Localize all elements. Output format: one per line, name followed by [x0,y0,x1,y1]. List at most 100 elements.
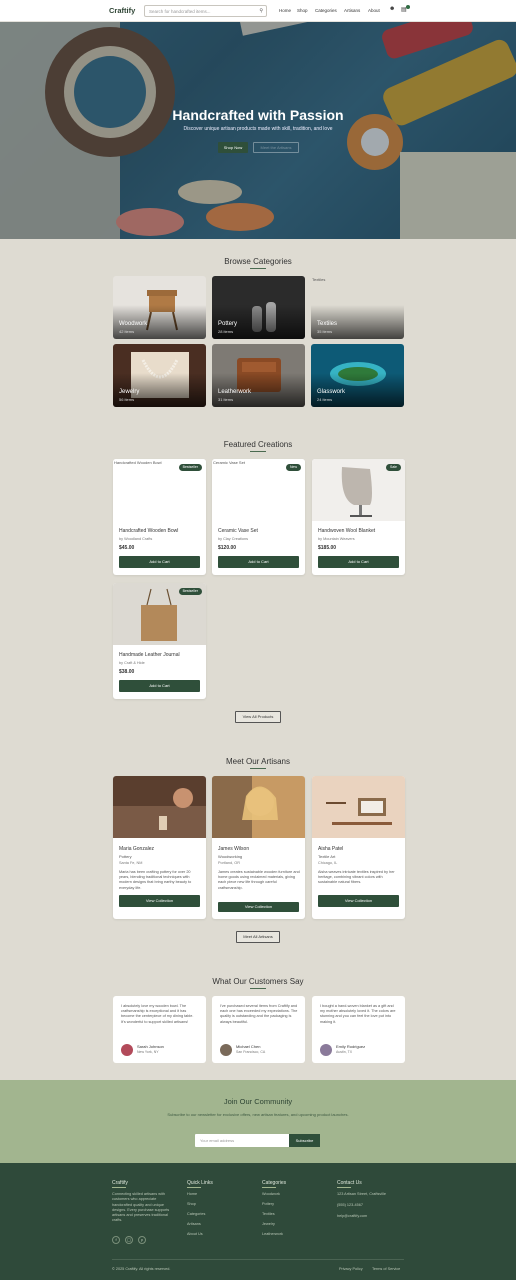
category-pottery[interactable]: Pottery 28 items [212,276,305,339]
logo[interactable]: Craftify [109,6,135,15]
footer-cat-jewelry[interactable]: Jewelry [262,1222,275,1227]
instagram-icon[interactable]: ◯ [125,1236,133,1244]
product-name[interactable]: Ceramic Vase Set [218,528,258,534]
nav-home[interactable]: Home [279,8,291,13]
view-collection-button[interactable]: View Collection [119,895,200,907]
category-count: 42 items [119,329,135,334]
hero-title: Handcrafted with Passion [172,107,344,123]
add-to-cart-button[interactable]: Add to Cart [119,680,200,692]
meet-artisans-button[interactable]: Meet the Artisans [253,142,299,153]
footer-cat-leatherwork[interactable]: Leatherwork [262,1232,283,1237]
subscribe-button[interactable]: Subscribe [289,1134,320,1147]
search-box[interactable]: Search for handcrafted items... ⚲ [144,5,267,17]
avatar [121,1044,133,1056]
footer-link-shop[interactable]: Shop [187,1202,196,1207]
footer-quick-title: Quick Links [187,1180,213,1186]
meet-all-artisans-button[interactable]: Meet All Artisans [236,931,280,943]
product-image-alt: Handcrafted Wooden Bowl [114,460,162,465]
product-card[interactable]: Handcrafted Wooden Bowl Bestseller Handc… [113,459,206,575]
view-all-products-button[interactable]: View All Products [235,711,281,723]
site-header: Craftify Search for handcrafted items...… [0,0,516,22]
nav-about[interactable]: About [368,8,380,13]
footer-link-about[interactable]: About Us [187,1232,203,1237]
category-glasswork[interactable]: Glasswork 24 items [311,344,404,407]
add-to-cart-button[interactable]: Add to Cart [218,556,299,568]
footer-address: 123 Artisan Street, Craftsville [337,1192,386,1196]
category-name: Textiles [317,321,338,327]
product-card[interactable]: Bestseller Handmade Leather Journal by C… [113,583,206,699]
pinterest-icon[interactable]: p [138,1236,146,1244]
footer-phone: (555) 123-4567 [337,1203,363,1207]
newsletter-section: Join Our Community Subscribe to our news… [0,1080,516,1163]
footer-cat-woodwork[interactable]: Woodwork [262,1192,280,1197]
category-count: 56 items [119,397,135,402]
category-name: Jewelry [119,389,140,395]
nav-artisans[interactable]: Artisans [344,8,360,13]
footer-divider [112,1259,404,1260]
email-input[interactable]: Your email address [195,1134,289,1147]
testimonial-quote: I bought a hand-woven blanket as a gift … [320,1004,396,1024]
artisan-location: Chicago, IL [318,861,338,865]
testimonial-location: San Francisco, CA [236,1050,266,1054]
testimonials-title: What Our Customers Say [212,977,304,986]
nav-categories[interactable]: Categories [315,8,337,13]
product-badge: Sale [385,464,401,471]
testimonial-location: New York, NY [137,1050,159,1054]
terms-link[interactable]: Terms of Service [372,1267,400,1271]
hero-banner: Handcrafted with Passion Discover unique… [0,22,516,239]
view-collection-button[interactable]: View Collection [218,902,299,912]
testimonial-name: Sarah Johnson [137,1044,164,1049]
user-icon[interactable]: ☻ [389,6,395,12]
artisan-craft: Pottery [119,854,132,859]
category-woodwork[interactable]: Woodwork 42 items [113,276,206,339]
footer-about-text: Connecting skilled artisans with custome… [112,1192,170,1223]
add-to-cart-button[interactable]: Add to Cart [119,556,200,568]
testimonial-card: I bought a hand-woven blanket as a gift … [312,996,405,1063]
site-footer: Craftify Connecting skilled artisans wit… [0,1163,516,1280]
nav-shop[interactable]: Shop [297,8,308,13]
product-price: $185.00 [318,545,337,551]
category-textiles[interactable]: Textiles Textiles 35 items [311,276,404,339]
category-count: 35 items [317,329,333,334]
artisan-card: Aisha Patel Textile Art Chicago, IL Aish… [312,776,405,919]
footer-link-home[interactable]: Home [187,1192,197,1197]
footer-link-categories[interactable]: Categories [187,1212,205,1217]
category-name: Pottery [218,321,238,327]
product-price: $45.00 [119,545,135,551]
artisan-location: Portland, OR [218,861,240,865]
avatar [220,1044,232,1056]
product-badge: New [285,464,301,471]
footer-categories-title: Categories [262,1180,287,1186]
search-input[interactable]: Search for handcrafted items... [149,9,211,14]
product-name[interactable]: Handcrafted Wooden Bowl [119,528,178,534]
artisan-bio: Aisha weaves intricate textiles inspired… [318,870,395,885]
product-name[interactable]: Handmade Leather Journal [119,652,180,658]
artisan-name: Aisha Patel [318,846,344,852]
product-maker: by Woodland Crafts [119,537,153,541]
artisan-name: Maria Gonzalez [119,846,155,852]
view-collection-button[interactable]: View Collection [318,895,399,907]
hero-subtitle: Discover unique artisan products made wi… [183,126,333,132]
artisan-location: Santa Fe, NM [119,861,143,865]
search-icon[interactable]: ⚲ [259,8,263,14]
add-to-cart-button[interactable]: Add to Cart [318,556,399,568]
artisan-craft: Woodworking [218,854,243,859]
testimonial-quote: I absolutely love my wooden bowl. The cr… [121,1004,194,1024]
category-jewelry[interactable]: Jewelry 56 items [113,344,206,407]
avatar [320,1044,332,1056]
footer-email[interactable]: help@craftify.com [337,1214,367,1219]
product-card[interactable]: Ceramic Vase Set New Ceramic Vase Set by… [212,459,305,575]
category-count: 28 items [218,329,234,334]
category-leatherwork[interactable]: Leatherwork 31 items [212,344,305,407]
testimonial-quote: I've purchased several items from Crafti… [220,1004,298,1024]
product-name[interactable]: Handwoven Wool Blanket [318,528,375,534]
privacy-link[interactable]: Privacy Policy [339,1267,363,1271]
footer-cat-textiles[interactable]: Textiles [262,1212,275,1217]
footer-cat-pottery[interactable]: Pottery [262,1202,274,1207]
product-card[interactable]: Sale Handwoven Wool Blanket by Mountain … [312,459,405,575]
facebook-icon[interactable]: f [112,1236,120,1244]
product-badge: Bestseller [178,588,202,595]
shop-now-button[interactable]: Shop Now [218,142,248,153]
footer-link-artisans[interactable]: Artisans [187,1222,201,1227]
product-maker: by Mountain Weavers [318,537,355,541]
